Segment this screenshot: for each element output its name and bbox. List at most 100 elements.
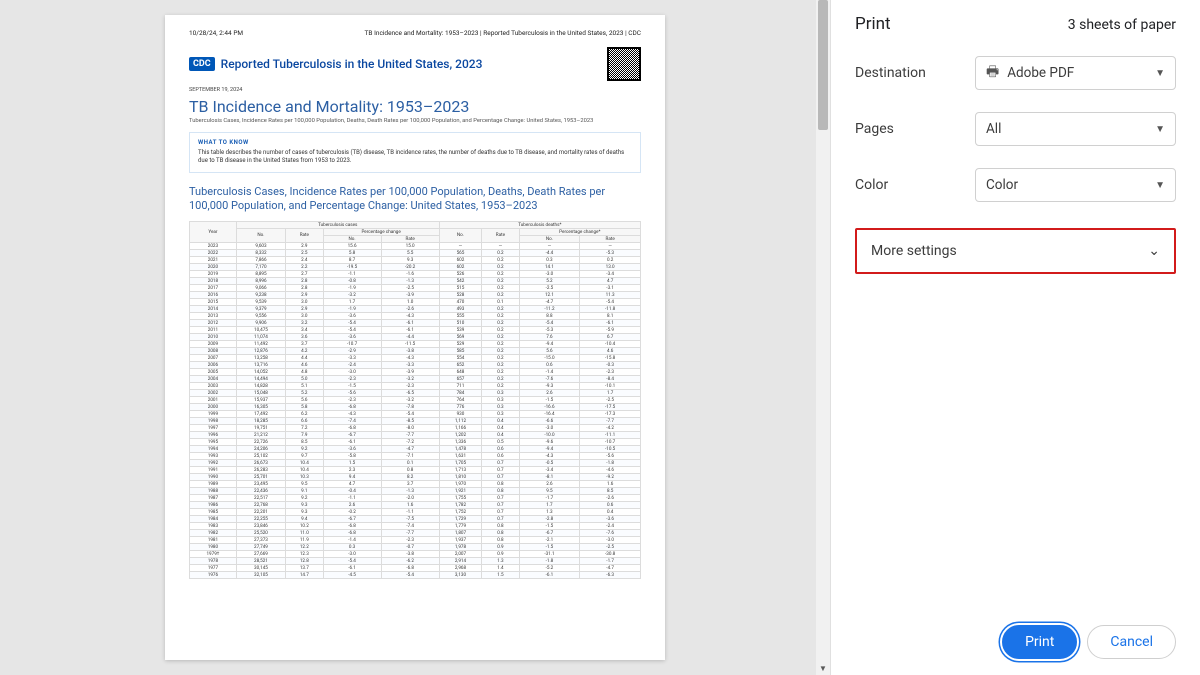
table-cell: 14,828 <box>236 383 285 390</box>
scrollbar-thumb[interactable] <box>818 0 828 130</box>
table-row: 198225,52011.0-6.8-7.71,8070.8-6.7-7.6 <box>190 530 641 537</box>
table-cell: 555 <box>439 313 482 320</box>
table-cell: 1996 <box>190 432 237 439</box>
table-cell: -7.5 <box>381 516 439 523</box>
table-cell: 0.3 <box>323 544 381 551</box>
table-row: 198923,4959.54.73.71,9700.82.61.6 <box>190 481 641 488</box>
table-cell: -19.5 <box>323 264 381 271</box>
table-cell: 1.7 <box>519 502 580 509</box>
table-cell: 2.5 <box>286 250 323 257</box>
table-cell: -7.4 <box>381 523 439 530</box>
table-cell: 1998 <box>190 418 237 425</box>
table-cell: 2009 <box>190 341 237 348</box>
cancel-button[interactable]: Cancel <box>1087 625 1176 659</box>
table-row: 20228,3322.55.85.55650.2-4.4-5.3 <box>190 250 641 257</box>
table-cell: -5.6 <box>323 390 381 397</box>
table-row: 199025,70110.39.48.21,8100.7-8.1-9.2 <box>190 474 641 481</box>
table-cell: 8,895 <box>236 271 285 278</box>
table-cell: 2.3 <box>323 467 381 474</box>
table-cell: 6.7 <box>580 334 641 341</box>
table-cell: 1987 <box>190 495 237 502</box>
table-cell: 2.2 <box>286 264 323 271</box>
preview-scrollbar[interactable]: ▲ ▼ <box>816 0 830 675</box>
table-cell: 15.6 <box>323 243 381 250</box>
table-cell: 1,112 <box>439 418 482 425</box>
table-cell: 711 <box>439 383 482 390</box>
table-cell: 1.3 <box>519 509 580 516</box>
table-cell: -3.4 <box>580 271 641 278</box>
table-row: 201110,4753.4-5.4-6.15390.2-5.3-5.9 <box>190 327 641 334</box>
table-cell: 4.8 <box>286 369 323 376</box>
table-cell: 1986 <box>190 502 237 509</box>
table-cell: -7.2 <box>381 439 439 446</box>
what-to-know-box: WHAT TO KNOW This table describes the nu… <box>189 132 641 173</box>
table-cell: 0.2 <box>482 320 519 327</box>
table-cell: 14.7 <box>286 572 323 579</box>
more-settings-toggle[interactable]: More settings ⌄ <box>855 228 1176 274</box>
print-button[interactable]: Print <box>1002 625 1077 659</box>
table-cell: 9,556 <box>236 313 285 320</box>
page-header-title: TB Incidence and Mortality: 1953–2023 | … <box>365 29 641 37</box>
table-cell: 18,285 <box>236 418 285 425</box>
table-cell: -10.1 <box>580 383 641 390</box>
printer-icon: 🖶 <box>986 61 999 85</box>
table-cell: 22,768 <box>236 502 285 509</box>
table-cell: 2.6 <box>519 390 580 397</box>
table-cell: 526 <box>439 271 482 278</box>
table-cell: 1976 <box>190 572 237 579</box>
table-cell: 1,752 <box>439 509 482 516</box>
chevron-down-icon: ⌄ <box>1148 243 1160 259</box>
table-cell: -2.6 <box>381 306 439 313</box>
table-cell: 8.7 <box>323 257 381 264</box>
table-cell: 0.8 <box>482 488 519 495</box>
table-cell: 602 <box>439 257 482 264</box>
table-cell: -1.3 <box>381 488 439 495</box>
table-cell: 26,283 <box>236 467 285 474</box>
pages-select[interactable]: All ▼ <box>975 112 1176 146</box>
table-cell: 2012 <box>190 320 237 327</box>
table-cell: 1,810 <box>439 474 482 481</box>
table-cell: -3.3 <box>381 362 439 369</box>
table-cell: 25,102 <box>236 453 285 460</box>
table-cell: 4.6 <box>580 348 641 355</box>
destination-label: Destination <box>855 65 975 81</box>
table-cell: -6.1 <box>323 439 381 446</box>
table-cell: 5.6 <box>519 348 580 355</box>
scroll-down-icon[interactable]: ▼ <box>816 661 830 675</box>
color-select[interactable]: Color ▼ <box>975 168 1176 202</box>
print-preview-area: 10/28/24, 2:44 PM TB Incidence and Morta… <box>0 0 830 675</box>
more-settings-label: More settings <box>871 243 957 259</box>
table-cell: 0.7 <box>482 467 519 474</box>
table-cell: -6.7 <box>323 516 381 523</box>
th-no: No. <box>236 229 285 243</box>
table-cell: 1,921 <box>439 488 482 495</box>
table-cell: 11.3 <box>580 292 641 299</box>
table-cell: -0.4 <box>323 488 381 495</box>
table-row: 197730,14513.7-6.1-6.82,9681.4-5.2-4.7 <box>190 565 641 572</box>
brand-title: Reported Tuberculosis in the United Stat… <box>221 57 483 71</box>
table-cell: -8.5 <box>381 418 439 425</box>
table-cell: -6.2 <box>381 558 439 565</box>
table-cell: -16.6 <box>519 404 580 411</box>
table-cell: 4.4 <box>286 355 323 362</box>
table-cell: 10.3 <box>286 474 323 481</box>
table-cell: 1994 <box>190 446 237 453</box>
table-cell: 10.4 <box>286 460 323 467</box>
table-row: 199126,28310.42.30.81,7130.7-3.4-4.6 <box>190 467 641 474</box>
table-cell: 13,716 <box>236 362 285 369</box>
table-row: 200215,0485.2-5.6-6.57840.32.61.7 <box>190 390 641 397</box>
document-subtitle: Tuberculosis Cases, Incidence Rates per … <box>189 118 641 124</box>
table-cell: 2017 <box>190 285 237 292</box>
table-cell: 602 <box>439 264 482 271</box>
table-cell: 3.4 <box>286 327 323 334</box>
destination-select[interactable]: 🖶 Adobe PDF ▼ <box>975 56 1176 90</box>
table-cell: 2022 <box>190 250 237 257</box>
table-cell: -6.8 <box>323 425 381 432</box>
print-settings-panel: Print 3 sheets of paper Destination 🖶 Ad… <box>830 0 1200 675</box>
table-cell: 13.0 <box>580 264 641 271</box>
table-cell: 0.9 <box>482 544 519 551</box>
table-cell: -1.5 <box>519 523 580 530</box>
table-cell: 1989 <box>190 481 237 488</box>
table-cell: 22,255 <box>236 516 285 523</box>
cancel-button-label: Cancel <box>1110 634 1153 650</box>
